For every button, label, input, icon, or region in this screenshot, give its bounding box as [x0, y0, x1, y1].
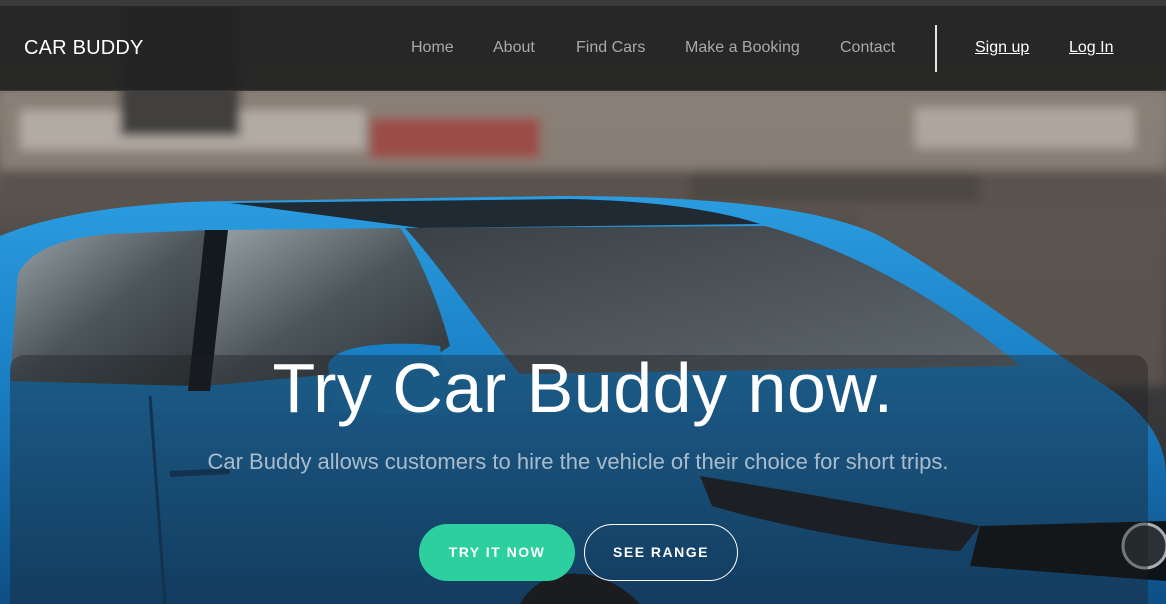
hero-subheadline: Car Buddy allows customers to hire the v… — [207, 449, 949, 474]
nav-make-booking-link[interactable]: Make a Booking — [685, 39, 800, 57]
nav-find-cars-link[interactable]: Find Cars — [576, 39, 645, 57]
log-in-link[interactable]: Log In — [1069, 39, 1113, 57]
nav-contact-link[interactable]: Contact — [840, 39, 895, 57]
see-range-button[interactable]: SEE RANGE — [584, 524, 738, 581]
sign-up-link[interactable]: Sign up — [975, 39, 1029, 57]
nav-home-link[interactable]: Home — [411, 39, 454, 57]
nav-divider — [935, 25, 937, 72]
nav-about-link[interactable]: About — [493, 39, 535, 57]
hero-headline: Try Car Buddy now. — [272, 349, 894, 427]
brand-logo-text[interactable]: CAR BUDDY — [24, 37, 144, 60]
try-it-now-button[interactable]: TRY IT NOW — [419, 524, 575, 581]
top-navbar: CAR BUDDY Home About Find Cars Make a Bo… — [0, 6, 1166, 91]
